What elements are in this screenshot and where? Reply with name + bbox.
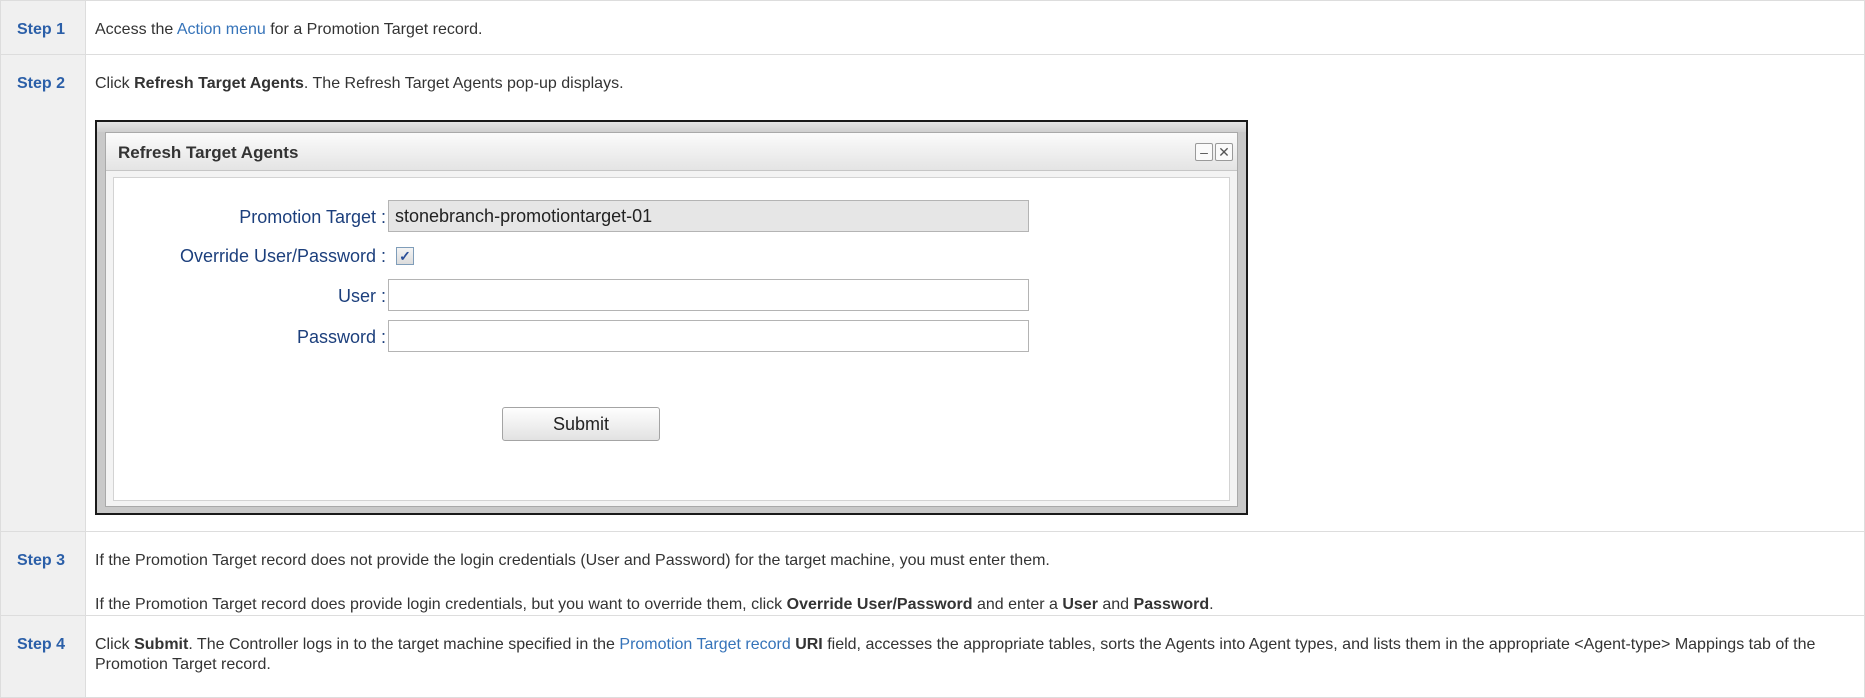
step-content: Access the Action menu for a Promotion T…	[85, 0, 1865, 55]
override-checkbox[interactable]: ✓	[396, 247, 414, 265]
promotion-target-field[interactable]: stonebranch-promotiontarget-01	[388, 200, 1029, 232]
step-text: and	[1097, 596, 1134, 613]
password-label: Password :	[296, 327, 386, 347]
step-text: . The Refresh Target Agents pop-up displ…	[303, 75, 624, 92]
step-row-2: Step 2 Click Refresh Target Agents. The …	[0, 54, 1865, 532]
step-label: Step 3	[0, 531, 86, 616]
step-label: Step 2	[0, 54, 86, 532]
minimize-icon[interactable]: –	[1195, 143, 1213, 161]
dialog-body: Promotion Target : stonebranch-promotion…	[113, 177, 1230, 501]
bold-term: Password	[1133, 596, 1210, 613]
promotion-target-label: Promotion Target :	[239, 207, 386, 227]
promotion-target-value: stonebranch-promotiontarget-01	[395, 206, 653, 226]
action-menu-link[interactable]: Action menu	[177, 21, 266, 38]
step-text: for a Promotion Target record.	[265, 21, 483, 38]
refresh-target-agents-dialog: Refresh Target Agents – ✕ Promotion Targ…	[105, 132, 1238, 507]
dialog-title: Refresh Target Agents	[118, 143, 299, 162]
step-row-4: Step 4 Click Submit. The Controller logs…	[0, 615, 1865, 698]
promotion-target-record-link[interactable]: Promotion Target record	[619, 636, 790, 653]
step-paragraph: If the Promotion Target record does not …	[95, 552, 1050, 569]
bold-term: Override User/Password	[786, 596, 973, 613]
bold-term: URI	[795, 636, 823, 653]
step-text: Click	[95, 75, 135, 92]
step-row-1: Step 1 Access the Action menu for a Prom…	[0, 0, 1865, 55]
close-icon[interactable]: ✕	[1215, 143, 1233, 161]
step-row-3: Step 3 If the Promotion Target record do…	[0, 531, 1865, 616]
step-label: Step 1	[0, 0, 86, 55]
dialog-header: Refresh Target Agents – ✕	[106, 133, 1237, 171]
background-strip	[97, 122, 1246, 132]
step-text: If the Promotion Target record does prov…	[95, 596, 787, 613]
user-label: User :	[337, 286, 386, 306]
steps-table: Step 1 Access the Action menu for a Prom…	[0, 0, 1865, 698]
step-content: If the Promotion Target record does not …	[85, 531, 1865, 616]
bold-term: Refresh Target Agents	[134, 75, 304, 92]
step-content: Click Refresh Target Agents. The Refresh…	[85, 54, 1865, 532]
step-text: Access the	[95, 21, 177, 38]
dialog-screenshot: Refresh Target Agents – ✕ Promotion Targ…	[95, 120, 1248, 515]
step-paragraph: If the Promotion Target record does prov…	[95, 595, 1864, 615]
step-label: Step 4	[0, 615, 86, 698]
step-content: Click Submit. The Controller logs in to …	[85, 615, 1865, 698]
step-text: .	[1209, 596, 1214, 613]
step-text: and enter a	[972, 596, 1063, 613]
step-text: Click	[95, 636, 135, 653]
bold-term: User	[1062, 596, 1098, 613]
user-field[interactable]	[388, 279, 1029, 311]
step-text: . The Controller logs in to the target m…	[188, 636, 620, 653]
bold-term: Submit	[134, 636, 189, 653]
override-label: Override User/Password :	[179, 246, 386, 266]
submit-button[interactable]: Submit	[502, 407, 660, 441]
password-field[interactable]	[388, 320, 1029, 352]
